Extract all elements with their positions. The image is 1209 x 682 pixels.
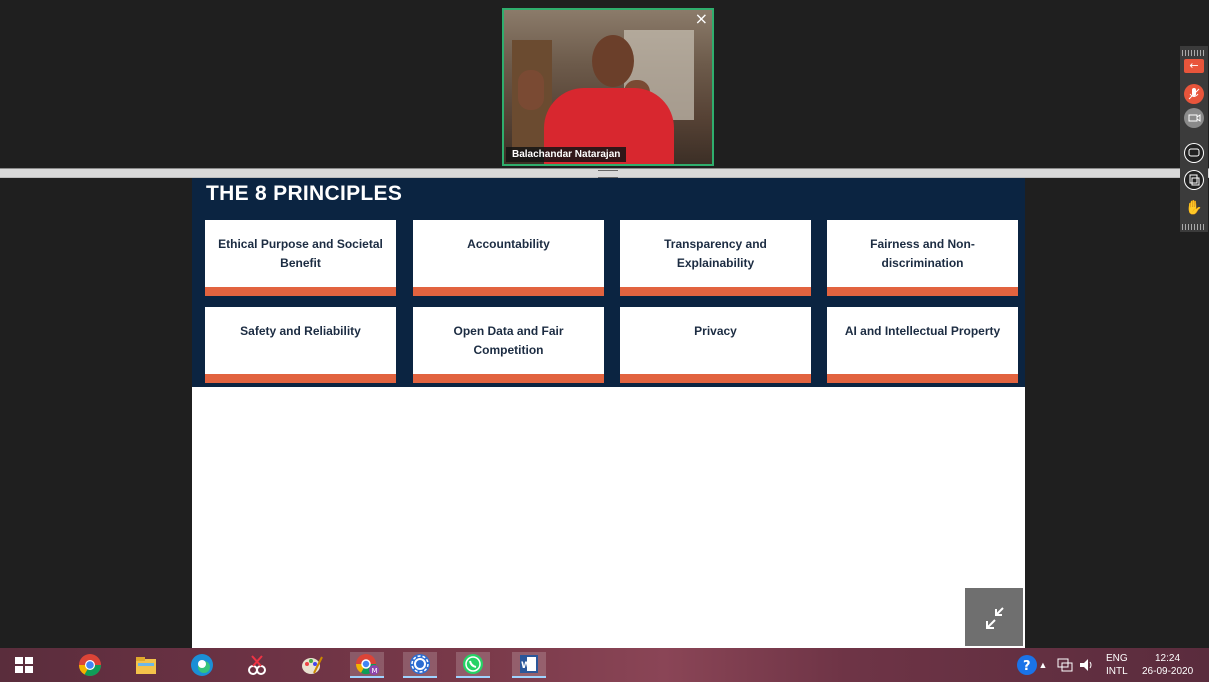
back-arrow-icon[interactable]: ← (1184, 59, 1204, 73)
clock-time[interactable]: 12:24 (1155, 653, 1180, 665)
toolbar-grip-bottom[interactable] (1182, 224, 1206, 230)
network-icon[interactable] (1054, 652, 1076, 678)
language-indicator[interactable]: ENG (1106, 653, 1128, 665)
whatsapp-icon[interactable] (456, 652, 490, 678)
keyboard-indicator[interactable]: INTL (1106, 666, 1128, 678)
close-video-button[interactable]: × (695, 11, 708, 27)
collapse-icon (986, 607, 1004, 629)
principle-card: Transparency and Explainability (620, 220, 811, 296)
show-hidden-icons-chevron-icon[interactable]: ▲ (1036, 652, 1050, 678)
principle-card: Ethical Purpose and Societal Benefit (205, 220, 396, 296)
principle-card: Accountability (413, 220, 604, 296)
settings-icon[interactable] (403, 652, 437, 678)
shared-slide: THE 8 PRINCIPLES Ethical Purpose and Soc… (192, 178, 1025, 648)
raise-hand-icon[interactable]: ✋ (1184, 198, 1204, 218)
share-left-margin (0, 178, 192, 648)
principle-label: Safety and Reliability (240, 324, 361, 338)
principle-card: Fairness and Non-discrimination (827, 220, 1018, 296)
microphone-icon[interactable] (1184, 84, 1204, 104)
file-explorer-icon[interactable] (132, 652, 160, 678)
camera-icon[interactable] (1184, 108, 1204, 128)
windows-taskbar: M W ? ▲ ENG INTL 12:24 26-09-2020 (0, 648, 1209, 682)
chat-icon[interactable] (1184, 143, 1204, 163)
principle-card: Privacy (620, 307, 811, 383)
exit-fullscreen-button[interactable] (965, 588, 1023, 646)
principle-card: Open Data and Fair Competition (413, 307, 604, 383)
volume-icon[interactable] (1076, 652, 1098, 678)
snipping-tool-icon[interactable] (243, 652, 271, 678)
divider-handle-icon[interactable] (598, 170, 618, 178)
video-person-head (592, 35, 634, 87)
slide-header-band: THE 8 PRINCIPLES Ethical Purpose and Soc… (192, 178, 1025, 387)
principle-label: AI and Intellectual Property (844, 324, 1001, 338)
clock-date[interactable]: 26-09-2020 (1142, 666, 1193, 678)
participant-video-tile[interactable]: × Balachandar Natarajan (502, 8, 714, 166)
principle-label: Open Data and Fair Competition (453, 324, 564, 357)
svg-text:W: W (521, 661, 531, 671)
participant-name: Balachandar Natarajan (506, 147, 627, 162)
meeting-toolbar: ← ✋ (1180, 46, 1208, 232)
word-icon[interactable]: W (512, 652, 546, 678)
slide-title: THE 8 PRINCIPLES (206, 182, 403, 205)
chrome-profile-icon[interactable]: M (350, 652, 384, 678)
svg-text:M: M (372, 667, 378, 675)
svg-text:?: ? (1023, 659, 1031, 674)
principle-label: Accountability (467, 237, 550, 251)
start-icon[interactable] (10, 652, 38, 678)
video-person-hand-left (518, 70, 544, 110)
principle-label: Transparency and Explainability (664, 237, 767, 270)
principle-card: AI and Intellectual Property (827, 307, 1018, 383)
share-right-margin (1025, 178, 1209, 648)
principle-label: Privacy (694, 324, 737, 338)
paint-icon[interactable] (298, 652, 326, 678)
toolbar-grip-top[interactable] (1182, 50, 1206, 56)
principle-card: Safety and Reliability (205, 307, 396, 383)
copy-icon[interactable] (1184, 170, 1204, 190)
principle-label: Ethical Purpose and Societal Benefit (218, 237, 383, 270)
chrome-icon[interactable] (76, 652, 104, 678)
principle-label: Fairness and Non-discrimination (870, 237, 975, 270)
edge-icon[interactable] (188, 652, 216, 678)
